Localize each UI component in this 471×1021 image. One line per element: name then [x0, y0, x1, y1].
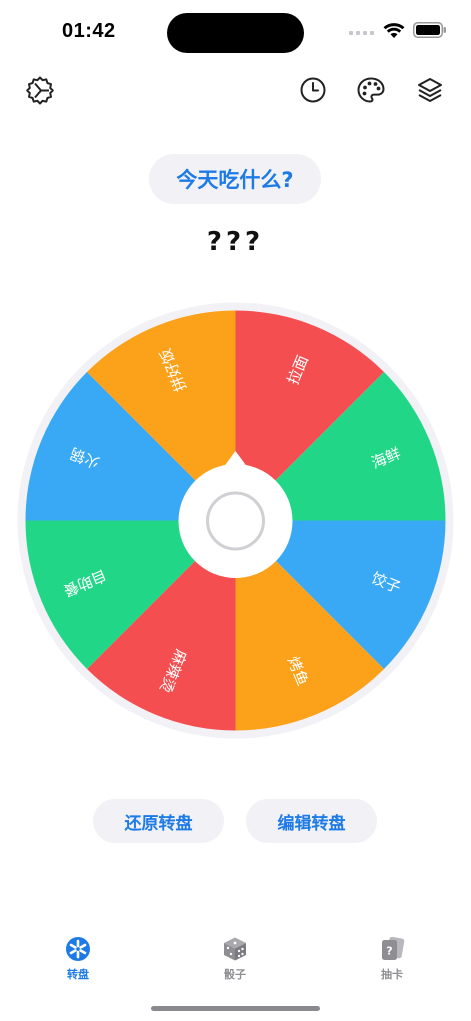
wifi-icon	[383, 22, 405, 43]
cellular-signal-icon	[349, 23, 375, 42]
svg-text:?: ?	[386, 945, 392, 958]
dynamic-island	[167, 13, 304, 53]
dice-icon	[224, 937, 246, 961]
home-indicator	[151, 1006, 320, 1011]
edit-wheel-button[interactable]: 编辑转盘	[246, 799, 377, 843]
tab-wheel[interactable]: 转盘	[38, 936, 118, 982]
status-time: 01:42	[62, 20, 116, 42]
tab-dice-label: 骰子	[224, 968, 246, 981]
tab-wheel-label: 转盘	[67, 968, 89, 981]
history-button[interactable]	[297, 74, 329, 106]
battery-icon	[413, 22, 447, 42]
settings-button[interactable]	[24, 74, 56, 106]
tab-dice[interactable]: 骰子	[195, 936, 275, 982]
wheel-graphic: 拉面海鲜饺子烤鱼麻辣烫自助餐火锅拼好饭	[17, 302, 454, 739]
wheel-title-button[interactable]: 今天吃什么?	[149, 154, 321, 204]
layers-icon	[418, 78, 442, 102]
status-bar: 01:42	[0, 0, 471, 64]
tab-cards[interactable]: ? 抽卡	[352, 936, 432, 982]
screen: 01:42 今天吃什么? ??? 拉面 海鲜 饺子 烤鱼 麻辣烫 自助餐 火锅 …	[0, 0, 471, 1021]
spin-result: ???	[206, 227, 265, 257]
status-indicators	[349, 20, 447, 44]
clock-icon	[300, 77, 326, 103]
gear-icon	[26, 76, 54, 105]
layers-button[interactable]	[414, 74, 446, 106]
tab-cards-label: 抽卡	[381, 968, 403, 981]
reset-wheel-button[interactable]: 还原转盘	[93, 799, 224, 843]
theme-button[interactable]	[355, 74, 387, 106]
wheel-hub	[178, 464, 293, 578]
wheel-tab-icon	[66, 937, 90, 961]
card-icon: ?	[382, 936, 405, 960]
spin-wheel[interactable]: 拉面 海鲜 饺子 烤鱼 麻辣烫 自助餐 火锅 拼好饭	[17, 302, 454, 739]
palette-icon	[357, 77, 385, 103]
